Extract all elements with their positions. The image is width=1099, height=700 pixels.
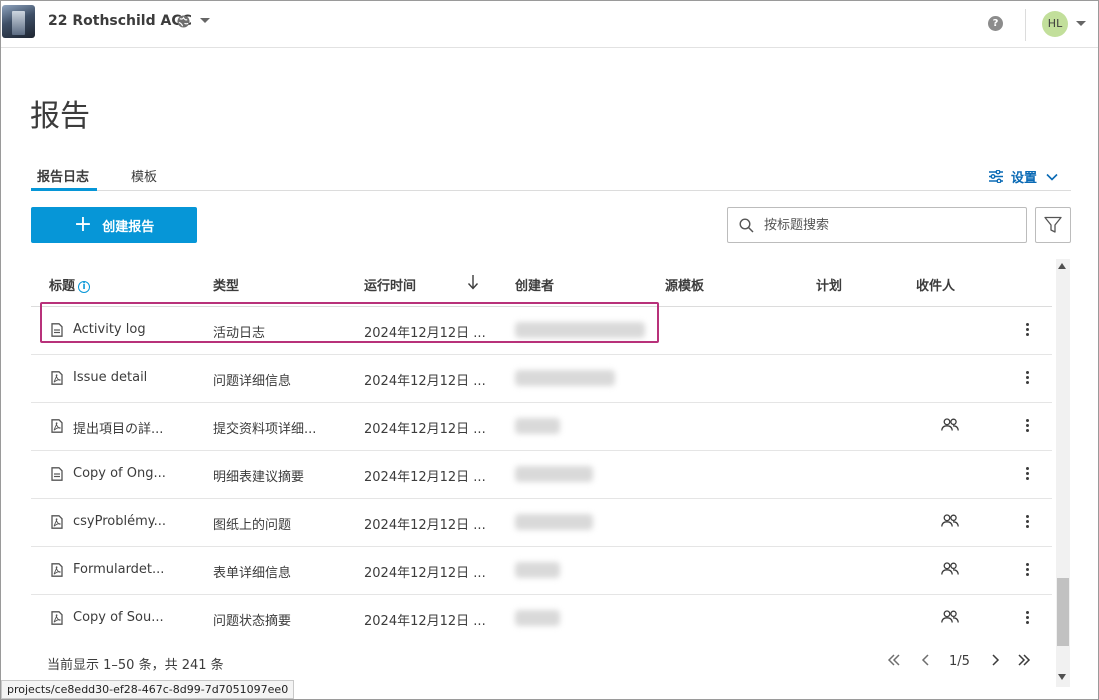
divider (1025, 9, 1026, 41)
column-header-recipients[interactable]: 收件人 (916, 275, 955, 294)
filter-button[interactable] (1035, 207, 1071, 243)
tab-templates[interactable]: 模板 (131, 166, 157, 185)
tabs-divider (31, 190, 1071, 191)
project-thumbnail[interactable] (2, 5, 35, 38)
row-creator-redacted (515, 418, 560, 434)
recipients-icon[interactable] (941, 610, 959, 627)
row-run-time: 2024年12月12日 ... (364, 566, 486, 581)
search-icon (739, 218, 754, 233)
top-bar: 22 Rothschild ACC ? HL (1, 1, 1098, 48)
row-creator-redacted (515, 514, 593, 530)
column-header-schedule[interactable]: 计划 (816, 275, 842, 294)
page-title: 报告 (30, 99, 90, 134)
info-icon[interactable]: i (78, 281, 91, 293)
row-run-time: 2024年12月12日 ... (364, 470, 486, 485)
row-creator-redacted (515, 610, 560, 626)
filter-icon (1044, 216, 1062, 233)
recipients-icon[interactable] (941, 418, 959, 435)
more-options-icon[interactable] (1024, 465, 1030, 483)
status-bar-url: projects/ce8edd30-ef28-467c-8d99-7d70510… (1, 680, 295, 699)
chevron-down-icon (1046, 173, 1058, 181)
more-options-icon[interactable] (1024, 369, 1030, 387)
scroll-down-arrow-icon[interactable] (1058, 674, 1066, 680)
search-input[interactable] (762, 214, 1012, 236)
table-row[interactable]: Issue detail 问题详细信息 2024年12月12日 ... (31, 355, 1052, 403)
help-icon[interactable]: ? (988, 16, 1003, 31)
pdf-icon (51, 563, 63, 581)
project-dropdown-icon[interactable] (200, 18, 210, 23)
row-type: 问题详细信息 (213, 374, 292, 389)
row-title[interactable]: Copy of Ong... (73, 466, 166, 481)
last-page-icon[interactable] (1017, 653, 1031, 667)
row-title[interactable]: Issue detail (73, 370, 147, 385)
tab-report-log[interactable]: 报告日志 (37, 166, 89, 185)
row-type: 表单详细信息 (213, 566, 292, 581)
table-header: 标题 i 类型 运行时间 创建者 源模板 计划 收件人 (31, 259, 1052, 307)
first-page-icon[interactable] (887, 653, 901, 667)
row-creator-redacted (515, 562, 560, 578)
row-run-time: 2024年12月12日 ... (364, 374, 486, 389)
pdf-icon (51, 611, 63, 629)
user-menu-caret-icon[interactable] (1076, 21, 1086, 26)
row-title[interactable]: Copy of Sou... (73, 610, 164, 625)
page-indicator: 1/5 (949, 654, 970, 669)
recipients-icon[interactable] (941, 562, 959, 579)
row-run-time: 2024年12月12日 ... (364, 422, 486, 437)
column-header-source-template[interactable]: 源模板 (665, 275, 704, 294)
highlight-annotation (40, 302, 659, 343)
row-creator-redacted (515, 370, 615, 386)
more-options-icon[interactable] (1024, 561, 1030, 579)
active-tab-indicator (31, 188, 97, 191)
create-report-button[interactable]: + 创建报告 (31, 207, 197, 243)
column-header-run-time[interactable]: 运行时间 (364, 275, 416, 294)
plus-icon: + (73, 212, 93, 237)
create-report-label: 创建报告 (102, 219, 155, 235)
row-type: 提交资料项详细... (213, 422, 317, 437)
column-header-title[interactable]: 标题 i (49, 275, 91, 294)
previous-page-icon[interactable] (920, 653, 932, 667)
row-title[interactable]: csyProblémy... (73, 514, 166, 529)
table-row[interactable]: 提出項目の詳... 提交资料项详细... 2024年12月12日 ... (31, 403, 1052, 451)
document-icon (51, 467, 63, 485)
row-type: 明细表建议摘要 (213, 470, 305, 485)
avatar[interactable]: HL (1042, 11, 1068, 37)
settings-button[interactable]: 设置 (989, 167, 1066, 186)
more-options-icon[interactable] (1024, 417, 1030, 435)
more-options-icon[interactable] (1024, 513, 1030, 531)
row-title[interactable]: 提出項目の詳... (73, 418, 163, 437)
table-row[interactable]: Copy of Ong... 明细表建议摘要 2024年12月12日 ... (31, 451, 1052, 499)
pdf-icon (51, 371, 63, 389)
table-row[interactable]: Formulardet... 表单详细信息 2024年12月12日 ... (31, 547, 1052, 595)
row-run-time: 2024年12月12日 ... (364, 518, 486, 533)
more-options-icon[interactable] (1024, 321, 1030, 339)
project-name[interactable]: 22 Rothschild ACC (48, 13, 192, 29)
scrollbar-thumb[interactable] (1057, 578, 1069, 646)
sliders-icon (989, 170, 1003, 183)
search-box[interactable] (727, 207, 1027, 243)
scroll-up-arrow-icon[interactable] (1058, 263, 1066, 269)
results-count: 当前显示 1–50 条，共 241 条 (47, 658, 224, 673)
next-page-icon[interactable] (989, 653, 1001, 667)
row-title[interactable]: Formulardet... (73, 562, 164, 577)
globe-icon (177, 15, 190, 28)
row-type: 问题状态摘要 (213, 614, 292, 629)
pdf-icon (51, 515, 63, 533)
recipients-icon[interactable] (941, 514, 959, 531)
more-options-icon[interactable] (1024, 609, 1030, 627)
column-header-creator[interactable]: 创建者 (515, 275, 554, 294)
pdf-icon (51, 419, 63, 437)
settings-label: 设置 (1011, 171, 1038, 186)
sort-descending-icon[interactable] (467, 274, 479, 290)
table-row[interactable]: Copy of Sou... 问题状态摘要 2024年12月12日 ... (31, 595, 1052, 637)
column-header-type[interactable]: 类型 (213, 275, 239, 294)
table-row[interactable]: csyProblémy... 图纸上的问题 2024年12月12日 ... (31, 499, 1052, 547)
row-run-time: 2024年12月12日 ... (364, 614, 486, 629)
row-creator-redacted (515, 466, 593, 482)
row-type: 图纸上的问题 (213, 518, 292, 533)
